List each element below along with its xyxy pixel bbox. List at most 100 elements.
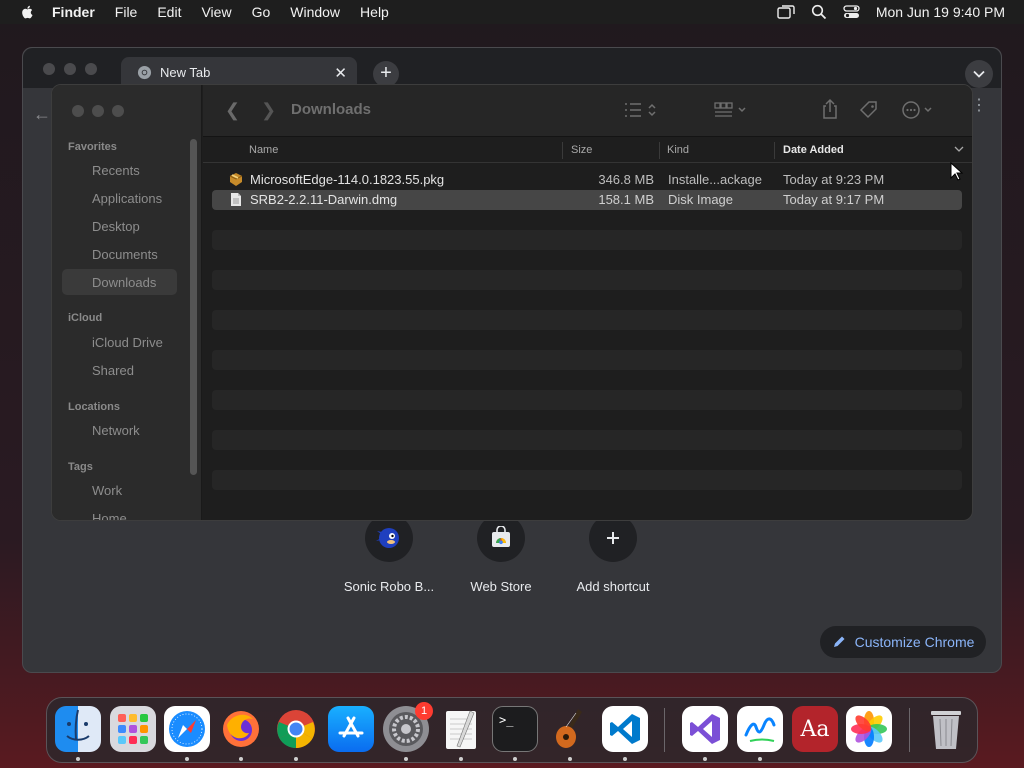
- file-kind: Disk Image: [668, 192, 734, 207]
- column-date-added[interactable]: Date Added: [783, 144, 844, 156]
- sidebar-item-applications[interactable]: Applications: [92, 191, 162, 206]
- file-name: SRB2-2.2.11-Darwin.dmg: [250, 192, 398, 207]
- trash-icon[interactable]: [923, 706, 969, 752]
- menu-help[interactable]: Help: [360, 4, 389, 20]
- empty-row: [212, 430, 962, 450]
- minimize-window-button[interactable]: [92, 105, 104, 117]
- empty-row: [212, 470, 962, 490]
- control-center-icon[interactable]: [843, 5, 860, 19]
- close-window-button[interactable]: [43, 63, 55, 75]
- column-size[interactable]: Size: [571, 144, 592, 156]
- chrome-favicon-icon: [137, 65, 152, 80]
- tag-icon[interactable]: [859, 100, 879, 120]
- apple-menu-icon[interactable]: [18, 4, 38, 20]
- zoom-window-button[interactable]: [112, 105, 124, 117]
- chrome-app-icon[interactable]: [273, 706, 319, 752]
- textedit-app-icon[interactable]: [438, 706, 484, 752]
- photos-app-icon[interactable]: [846, 706, 892, 752]
- customize-chrome-button[interactable]: Customize Chrome: [820, 626, 986, 658]
- shortcut-add[interactable]: Add shortcut: [557, 514, 669, 594]
- plus-icon: [589, 514, 637, 562]
- more-actions-icon[interactable]: [901, 100, 937, 120]
- vscode-app-icon[interactable]: [602, 706, 648, 752]
- empty-row: [212, 270, 962, 290]
- file-row-selected[interactable]: SRB2-2.2.11-Darwin.dmg 158.1 MB Disk Ima…: [212, 190, 962, 210]
- dock-separator: [909, 708, 910, 752]
- running-indicator: [703, 757, 707, 761]
- menu-view[interactable]: View: [201, 4, 231, 20]
- menu-file[interactable]: File: [115, 4, 138, 20]
- finder-sidebar: Favorites Recents Applications Desktop D…: [52, 85, 202, 520]
- browser-back-icon[interactable]: ←: [33, 104, 51, 125]
- file-date: Today at 9:17 PM: [783, 192, 885, 207]
- sidebar-item-recents[interactable]: Recents: [92, 163, 140, 178]
- tab-close-icon[interactable]: ✕: [334, 64, 347, 82]
- firefox-app-icon[interactable]: [218, 706, 264, 752]
- sidebar-item-tag-work[interactable]: Work: [92, 483, 122, 498]
- file-kind: Installe...ackage: [668, 172, 762, 187]
- list-view-icon[interactable]: [623, 100, 659, 120]
- spotlight-search-icon[interactable]: [811, 4, 827, 20]
- menu-app-name[interactable]: Finder: [52, 4, 95, 20]
- shortcut-label: Web Store: [470, 579, 532, 594]
- menu-edit[interactable]: Edit: [157, 4, 181, 20]
- terminal-app-icon[interactable]: >_: [492, 706, 538, 752]
- minimize-window-button[interactable]: [64, 63, 76, 75]
- close-window-button[interactable]: [72, 105, 84, 117]
- customize-chrome-label: Customize Chrome: [854, 634, 975, 650]
- sidebar-item-shared[interactable]: Shared: [92, 363, 134, 378]
- empty-row: [212, 290, 962, 310]
- menu-clock[interactable]: Mon Jun 19 9:40 PM: [876, 4, 1005, 20]
- column-name[interactable]: Name: [249, 144, 278, 156]
- group-grid-icon[interactable]: [713, 100, 749, 120]
- column-kind[interactable]: Kind: [667, 144, 689, 156]
- column-divider: [562, 142, 563, 159]
- dictionary-app-icon[interactable]: Aa: [792, 706, 838, 752]
- sidebar-scrollbar[interactable]: [190, 139, 197, 475]
- sidebar-item-icloud-drive[interactable]: iCloud Drive: [92, 335, 163, 350]
- zoom-window-button[interactable]: [85, 63, 97, 75]
- sidebar-item-network[interactable]: Network: [92, 423, 140, 438]
- running-indicator: [568, 757, 572, 761]
- sidebar-section-locations: Locations: [68, 401, 120, 413]
- launchpad-app-icon[interactable]: [110, 706, 156, 752]
- menu-bar: Finder File Edit View Go Window Help Mon…: [0, 0, 1024, 24]
- sidebar-item-downloads[interactable]: Downloads: [92, 275, 156, 290]
- sort-chevron-down-icon[interactable]: [954, 146, 964, 153]
- back-chevron-icon[interactable]: ❮: [225, 100, 240, 121]
- dock: 1 >_ Aa: [46, 697, 978, 763]
- menu-go[interactable]: Go: [252, 4, 271, 20]
- chrome-tab-strip: New Tab ✕ +: [23, 48, 1001, 88]
- sidebar-item-documents[interactable]: Documents: [92, 247, 158, 262]
- shortcut-tiles: Sonic Robo B... Web Store Add shortcut: [333, 514, 669, 594]
- shortcut-web-store[interactable]: Web Store: [445, 514, 557, 594]
- finder-traffic-lights: [72, 105, 124, 117]
- share-icon[interactable]: [821, 98, 839, 120]
- screen-mirroring-icon[interactable]: [777, 5, 795, 19]
- menu-window[interactable]: Window: [290, 4, 340, 20]
- chrome-traffic-lights: [43, 63, 97, 75]
- sidebar-section-favorites: Favorites: [68, 141, 117, 153]
- empty-row: [212, 330, 962, 350]
- empty-row: [212, 230, 962, 250]
- sidebar-item-tag-home[interactable]: Home: [92, 511, 127, 520]
- sidebar-item-desktop[interactable]: Desktop: [92, 219, 140, 234]
- file-row[interactable]: MicrosoftEdge-114.0.1823.55.pkg 346.8 MB…: [212, 170, 962, 190]
- sonic-icon: [365, 514, 413, 562]
- sidebar-section-icloud: iCloud: [68, 312, 103, 324]
- garageband-app-icon[interactable]: [547, 706, 593, 752]
- file-size: 158.1 MB: [598, 192, 654, 207]
- app-store-app-icon[interactable]: [328, 706, 374, 752]
- file-size: 346.8 MB: [598, 172, 654, 187]
- column-header: Name Size Kind Date Added: [203, 138, 972, 163]
- browser-menu-icon[interactable]: ⋮: [971, 98, 987, 114]
- shortcut-sonic[interactable]: Sonic Robo B...: [333, 514, 445, 594]
- tab-search-button[interactable]: [965, 60, 993, 88]
- safari-app-icon[interactable]: [164, 706, 210, 752]
- visual-studio-app-icon[interactable]: [682, 706, 728, 752]
- finder-app-icon[interactable]: [55, 706, 101, 752]
- freeform-app-icon[interactable]: [737, 706, 783, 752]
- forward-chevron-icon[interactable]: ❯: [261, 100, 276, 121]
- web-store-icon: [477, 514, 525, 562]
- sidebar-section-tags: Tags: [68, 461, 93, 473]
